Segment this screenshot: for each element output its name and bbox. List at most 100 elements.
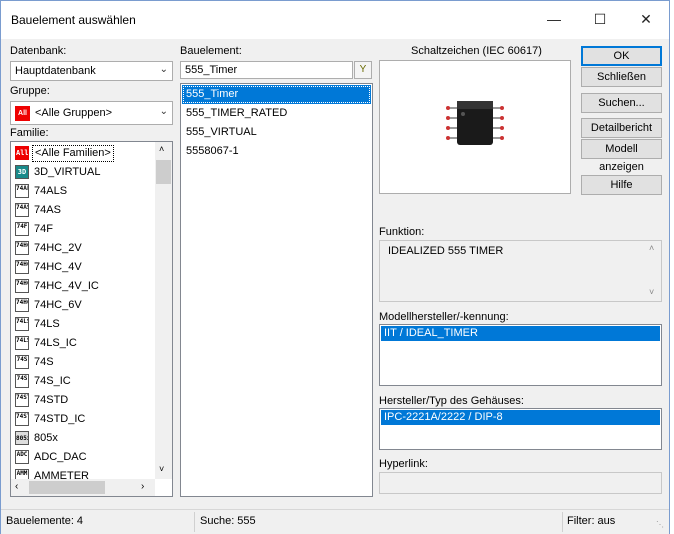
- maximize-icon: ☐: [593, 10, 607, 27]
- scroll-down-icon[interactable]: ˅: [159, 464, 164, 474]
- familie-list-item[interactable]: 74AS 74AS: [11, 201, 155, 220]
- familie-list-item[interactable]: 3D 3D_VIRTUAL: [11, 163, 155, 182]
- datenbank-label: Datenbank:: [10, 45, 67, 57]
- familie-list-item-label: 74LS_IC: [34, 337, 77, 349]
- funktion-label: Funktion:: [379, 226, 425, 238]
- modell-label: Modellhersteller/-kennung:: [379, 311, 509, 323]
- scroll-left-icon[interactable]: ‹: [15, 481, 18, 492]
- list-item-label: 5558067-1: [186, 145, 239, 157]
- familie-list-item-label: 74S_IC: [34, 375, 71, 387]
- status-filter: Filter: aus: [567, 515, 616, 527]
- familie-list-item[interactable]: 74LS 74LS: [11, 315, 155, 334]
- family-icon: 74HC: [15, 279, 29, 293]
- gruppe-value: <Alle Gruppen>: [35, 107, 113, 119]
- detail-report-button[interactable]: Detailbericht: [581, 118, 662, 138]
- filter-icon: Y: [359, 64, 367, 75]
- familie-list-item[interactable]: 74HC 74HC_4V_IC: [11, 277, 155, 296]
- familie-list-item-label: ADC_DAC: [34, 451, 87, 463]
- familie-list-item-label: 74STD: [34, 394, 69, 406]
- filter-button[interactable]: Y: [354, 61, 372, 79]
- familie-list-item-label: 74STD_IC: [34, 413, 86, 425]
- familie-list-item-label: 74HC_4V_IC: [34, 280, 99, 292]
- family-icon: 74ALS: [15, 184, 29, 198]
- familie-list-item[interactable]: 74STD 74STD: [11, 391, 155, 410]
- familie-list-item[interactable]: 74HC 74HC_2V: [11, 239, 155, 258]
- scroll-thumb[interactable]: [156, 160, 171, 184]
- title-bar: Bauelement auswählen — ☐ ✕: [1, 1, 669, 39]
- list-item[interactable]: 555_VIRTUAL: [182, 123, 371, 142]
- gruppe-select[interactable]: All <Alle Gruppen> ⌄: [10, 101, 173, 125]
- bauelement-search-input[interactable]: 555_Timer: [180, 61, 353, 79]
- list-item[interactable]: 555_Timer: [182, 85, 371, 104]
- hersteller-label: Hersteller/Typ des Gehäuses:: [379, 395, 524, 407]
- funktion-value: IDEALIZED 555 TIMER: [388, 245, 504, 257]
- scroll-right-icon[interactable]: ›: [141, 481, 144, 492]
- familie-vertical-scrollbar[interactable]: ˄ ˅: [155, 142, 172, 479]
- scroll-up-icon[interactable]: ˄: [159, 144, 164, 154]
- familie-list-item-label: 74ALS: [34, 185, 68, 197]
- familie-list-item[interactable]: 74ALS 74ALS: [11, 182, 155, 201]
- dip8-chip-icon: [446, 101, 504, 145]
- status-search: Suche: 555: [200, 515, 256, 527]
- status-component-count: Bauelemente: 4: [6, 515, 84, 527]
- familie-list-item-label: 74HC_4V: [34, 261, 82, 273]
- gruppe-label: Gruppe:: [10, 85, 50, 97]
- familie-list-item[interactable]: 74STD 74STD_IC: [11, 410, 155, 429]
- list-item[interactable]: IIT / IDEAL_TIMER: [381, 326, 660, 341]
- familie-list-item[interactable]: 74HC 74HC_6V: [11, 296, 155, 315]
- list-item-label: 555_Timer: [186, 88, 239, 100]
- list-item[interactable]: 555_TIMER_RATED: [182, 104, 371, 123]
- familie-list-item[interactable]: 805x 805x: [11, 429, 155, 448]
- bauelement-list[interactable]: 555_Timer 555_TIMER_RATED 555_VIRTUAL 55…: [180, 83, 373, 497]
- family-icon: 74S: [15, 374, 29, 388]
- status-bar: Bauelemente: 4 Suche: 555 Filter: aus ⋱: [1, 509, 669, 534]
- list-item[interactable]: 5558067-1: [182, 142, 371, 161]
- chevron-down-icon: ⌄: [159, 64, 168, 75]
- familie-horizontal-scrollbar[interactable]: ‹ ›: [11, 479, 155, 496]
- ok-button[interactable]: OK: [581, 46, 662, 66]
- hersteller-value: IPC-2221A/2222 / DIP-8: [384, 411, 503, 423]
- familie-list[interactable]: All<Alle Familien>3D3D_VIRTUAL74ALS74ALS…: [10, 141, 173, 497]
- close-dialog-button[interactable]: Schließen: [581, 67, 662, 87]
- resize-grip-icon[interactable]: ⋱: [656, 520, 664, 529]
- family-icon: All: [15, 146, 29, 160]
- family-icon: 74HC: [15, 298, 29, 312]
- familie-list-item-label: 74LS: [34, 318, 60, 330]
- hyperlink-field: [379, 472, 662, 494]
- close-button[interactable]: ✕: [623, 1, 669, 37]
- symbol-preview: [379, 60, 571, 194]
- select-component-dialog: Bauelement auswählen — ☐ ✕ Datenbank: Ha…: [0, 0, 670, 534]
- bauelement-label: Bauelement:: [180, 45, 242, 57]
- familie-list-item[interactable]: 74HC 74HC_4V: [11, 258, 155, 277]
- family-icon: 74HC: [15, 241, 29, 255]
- maximize-button[interactable]: ☐: [577, 1, 623, 37]
- familie-list-item[interactable]: 74S 74S: [11, 353, 155, 372]
- schaltzeichen-label: Schaltzeichen (IEC 60617): [411, 45, 542, 57]
- chevron-down-icon: ⌄: [159, 106, 168, 117]
- scroll-down-icon: ˅: [649, 287, 655, 297]
- hyperlink-label: Hyperlink:: [379, 458, 428, 470]
- list-item[interactable]: IPC-2221A/2222 / DIP-8: [381, 410, 660, 425]
- hersteller-list[interactable]: IPC-2221A/2222 / DIP-8: [379, 408, 662, 450]
- familie-label: Familie:: [10, 127, 49, 139]
- help-button[interactable]: Hilfe: [581, 175, 662, 195]
- family-icon: 3D: [15, 165, 29, 179]
- scroll-thumb-horizontal[interactable]: [29, 481, 105, 494]
- familie-list-item[interactable]: All <Alle Familien>: [11, 144, 155, 163]
- familie-list-item[interactable]: 74F 74F: [11, 220, 155, 239]
- familie-list-item-label: 74HC_6V: [34, 299, 82, 311]
- family-icon: 74STD: [15, 393, 29, 407]
- close-icon: ✕: [640, 10, 652, 27]
- show-model-button[interactable]: Modell anzeigen: [581, 139, 662, 173]
- family-icon: 74AS: [15, 203, 29, 217]
- familie-list-item-label: 74F: [34, 223, 53, 235]
- familie-list-item[interactable]: ADC ADC_DAC: [11, 448, 155, 467]
- modell-list[interactable]: IIT / IDEAL_TIMER: [379, 324, 662, 386]
- scroll-up-icon: ˄: [649, 243, 655, 253]
- window-title: Bauelement auswählen: [11, 13, 136, 27]
- minimize-button[interactable]: —: [531, 1, 577, 37]
- familie-list-item[interactable]: 74S 74S_IC: [11, 372, 155, 391]
- datenbank-select[interactable]: Hauptdatenbank ⌄: [10, 61, 173, 81]
- search-button[interactable]: Suchen...: [581, 93, 662, 113]
- familie-list-item[interactable]: 74LS 74LS_IC: [11, 334, 155, 353]
